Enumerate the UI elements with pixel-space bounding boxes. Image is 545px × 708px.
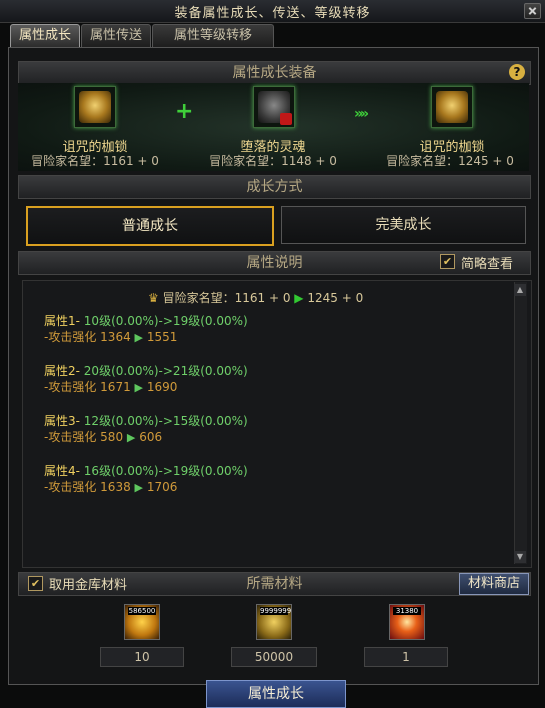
source-item-stat: 冒险家名望：1161 + 0 [31, 154, 159, 168]
brief-view-label: 简略查看 [461, 257, 514, 272]
help-icon[interactable]: ? [509, 64, 525, 80]
material-item-stat: 冒险家名望：1148 + 0 [209, 154, 337, 168]
scrollbar[interactable] [514, 282, 527, 564]
attr-2-sub: -攻击强化 1671 ▶ 1690 [44, 380, 178, 394]
use-vault-checkbox[interactable]: ✔ [28, 576, 43, 591]
use-vault-label: 取用金库材料 [49, 578, 128, 593]
brief-view-checkbox[interactable]: ✔ [440, 254, 455, 269]
scroll-up-icon[interactable]: ▲ [514, 284, 526, 296]
material-1-required: 10 [100, 647, 184, 667]
growth-mode-header: 成长方式 [18, 175, 531, 199]
attr-4-line: 属性4- 16级(0.00%)->19级(0.00%) [44, 464, 248, 478]
source-item-slot[interactable] [74, 86, 116, 128]
material-3-required: 1 [364, 647, 448, 667]
close-button[interactable] [524, 3, 541, 19]
result-item-slot[interactable] [431, 86, 473, 128]
crown-icon: ♛ [148, 291, 159, 305]
window-title: 装备属性成长、传送、等级转移 [174, 6, 371, 21]
tab-attr-transfer[interactable]: 属性传送 [81, 24, 151, 47]
attr-1-sub: -攻击强化 1364 ▶ 1551 [44, 330, 178, 344]
energy-orb-icon: 31380 [389, 604, 425, 640]
equip-section-header: 属性成长装备 [18, 61, 531, 85]
tab-attr-level-transfer[interactable]: 属性等级转移 [152, 24, 274, 47]
gold-shackle-icon [436, 91, 468, 123]
gold-coins-icon: 9999999 [256, 604, 292, 640]
dark-soul-icon [258, 91, 292, 125]
material-item-slot[interactable] [253, 86, 295, 128]
material-shop-button[interactable]: 材料商店 [459, 573, 529, 595]
scroll-down-icon[interactable]: ▼ [514, 551, 526, 563]
plus-icon: + [175, 99, 194, 124]
arrow-right-icon: »» [354, 106, 369, 122]
gem-icon: 586500 [124, 604, 160, 640]
tab-attr-growth[interactable]: 属性成长 [10, 24, 80, 47]
material-2-required: 50000 [231, 647, 317, 667]
attr-growth-button[interactable]: 属性成长 [206, 680, 346, 708]
perfect-growth-button[interactable]: 完美成长 [281, 206, 526, 244]
attr-2-line: 属性2- 20级(0.00%)->21级(0.00%) [44, 364, 248, 378]
attr-1-line: 属性1- 10级(0.00%)->19级(0.00%) [44, 314, 248, 328]
fame-summary: ♛ 冒险家名望：1161 + 0 ▶ 1245 + 0 [148, 291, 364, 305]
attr-3-sub: -攻击强化 580 ▶ 606 [44, 430, 163, 444]
arrow-icon: ▶ [294, 291, 304, 305]
normal-growth-button[interactable]: 普通成长 [26, 206, 274, 246]
gold-shackle-icon [79, 91, 111, 123]
attr-4-sub: -攻击强化 1638 ▶ 1706 [44, 480, 178, 494]
attr-3-line: 属性3- 12级(0.00%)->15级(0.00%) [44, 414, 248, 428]
result-item-stat: 冒险家名望：1245 + 0 [386, 154, 514, 168]
